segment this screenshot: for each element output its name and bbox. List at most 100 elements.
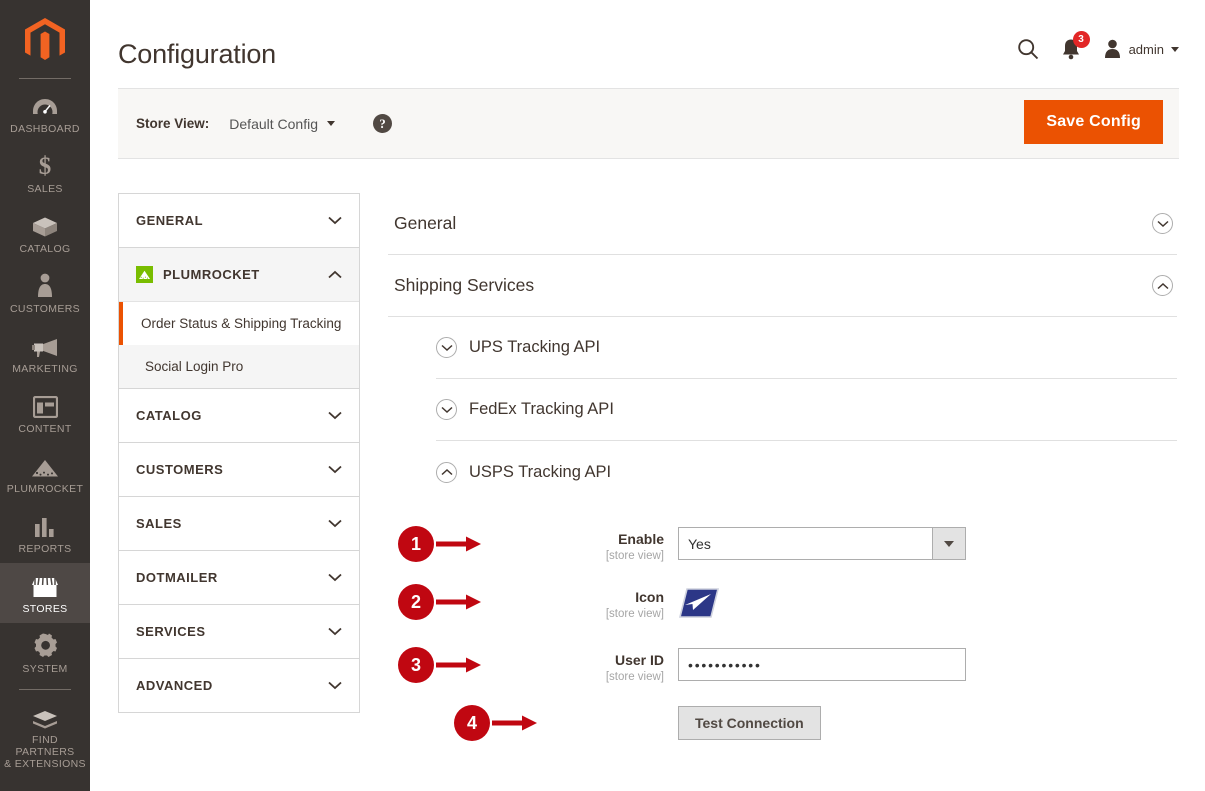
page-body: Configuration 3 admin Store View: Defaul…: [90, 0, 1205, 791]
subsection-fedex-tracking-api[interactable]: FedEx Tracking API: [436, 379, 1177, 441]
field-label-icon: Icon [store view]: [548, 585, 678, 621]
dollar-icon: $: [36, 152, 54, 178]
sidebar-item-label: DASHBOARD: [10, 123, 80, 135]
config-nav-label: DOTMAILER: [136, 570, 218, 585]
sidebar-item-catalog[interactable]: CATALOG: [0, 203, 90, 263]
subsection-list: UPS Tracking API FedEx Tracking API USPS…: [388, 317, 1177, 503]
sidebar-item-stores[interactable]: STORES: [0, 563, 90, 623]
marker-3: 3: [388, 647, 548, 683]
config-nav-label: ADVANCED: [136, 678, 213, 693]
subsection-usps-tracking-api[interactable]: USPS Tracking API: [436, 441, 1177, 503]
config-nav-item-order-status-shipping-tracking[interactable]: Order Status & Shipping Tracking: [119, 302, 359, 345]
magento-logo-icon[interactable]: [0, 10, 90, 72]
section-shipping-services[interactable]: Shipping Services: [388, 255, 1177, 317]
marker-1: 1: [388, 526, 548, 562]
notification-count-badge: 3: [1072, 31, 1090, 48]
config-nav-head-catalog[interactable]: CATALOG: [119, 389, 359, 442]
person-icon: [35, 272, 55, 298]
layout-icon: [32, 392, 58, 418]
sidebar-item-customers[interactable]: CUSTOMERS: [0, 263, 90, 323]
config-nav-section-services: SERVICES: [118, 604, 360, 658]
svg-text:$: $: [39, 153, 52, 178]
sidebar-item-find-partners[interactable]: FIND PARTNERS & EXTENSIONS: [0, 694, 90, 778]
config-nav-head-general[interactable]: GENERAL: [119, 194, 359, 247]
chevron-up-icon[interactable]: [1152, 275, 1173, 296]
config-nav-section-dotmailer: DOTMAILER: [118, 550, 360, 604]
test-connection-button[interactable]: Test Connection: [678, 706, 821, 740]
megaphone-icon: [31, 332, 59, 358]
sidebar-item-sales[interactable]: $ SALES: [0, 143, 90, 203]
config-nav-label: PLUMROCKET: [163, 267, 260, 282]
config-nav-head-dotmailer[interactable]: DOTMAILER: [119, 551, 359, 604]
marker-number: 2: [398, 584, 434, 620]
chevron-down-icon: [328, 410, 342, 422]
sidebar-item-label: MARKETING: [12, 363, 78, 375]
field-control-test-connection: Test Connection: [678, 706, 1177, 740]
section-title: Shipping Services: [394, 275, 535, 295]
arrow-right-icon: [436, 534, 482, 554]
sidebar-item-label: SYSTEM: [22, 663, 68, 675]
marker-number: 1: [398, 526, 434, 562]
config-panel: General Shipping Services UPS Tracking A…: [388, 193, 1179, 791]
field-scope: [store view]: [605, 671, 664, 683]
config-nav-section-customers: CUSTOMERS: [118, 442, 360, 496]
field-label-test-connection: [548, 706, 678, 710]
help-icon[interactable]: ?: [373, 114, 392, 133]
sidebar-item-content[interactable]: CONTENT: [0, 383, 90, 443]
sidebar-item-marketing[interactable]: MARKETING: [0, 323, 90, 383]
config-nav-section-general: GENERAL: [118, 193, 360, 247]
config-nav-section-advanced: ADVANCED: [118, 658, 360, 713]
chevron-down-icon[interactable]: [436, 399, 457, 420]
chevron-down-icon: [328, 215, 342, 227]
sidebar-item-system[interactable]: SYSTEM: [0, 623, 90, 683]
enable-select[interactable]: Yes: [678, 527, 966, 560]
config-nav-head-advanced[interactable]: ADVANCED: [119, 659, 359, 712]
config-nav-children-plumrocket: Order Status & Shipping Tracking Social …: [119, 301, 359, 388]
config-nav-label: CUSTOMERS: [136, 462, 224, 477]
config-nav-section-sales: SALES: [118, 496, 360, 550]
config-nav-label: SERVICES: [136, 624, 206, 639]
save-config-button[interactable]: Save Config: [1024, 100, 1163, 144]
store-switcher-wrap: Store View: Default Config ? Save Config: [90, 88, 1205, 159]
section-title: General: [394, 213, 457, 233]
config-nav-head-customers[interactable]: CUSTOMERS: [119, 443, 359, 496]
sidebar-divider-top: [19, 78, 71, 79]
config-nav: GENERAL PLUMROCKET Order Status & Shippi…: [118, 193, 360, 791]
extensions-icon: [31, 703, 59, 729]
plumrocket-icon: [30, 452, 60, 478]
field-label-user-id: User ID [store view]: [548, 648, 678, 684]
plumrocket-badge-icon: [136, 266, 153, 283]
store-icon: [31, 572, 59, 598]
page-header: Configuration 3 admin: [90, 0, 1205, 88]
config-nav-head-plumrocket[interactable]: PLUMROCKET: [119, 248, 359, 301]
usps-logo-icon: [678, 588, 720, 625]
store-view-select[interactable]: Default Config: [229, 116, 335, 132]
field-control-enable: Yes: [678, 527, 1177, 560]
field-scope: [store view]: [605, 550, 664, 562]
config-nav-item-social-login-pro[interactable]: Social Login Pro: [119, 345, 359, 388]
store-view-value: Default Config: [229, 115, 318, 132]
chevron-down-icon[interactable]: [1152, 213, 1173, 234]
field-label-enable: Enable [store view]: [548, 527, 678, 563]
sidebar-item-plumrocket[interactable]: PLUMROCKET: [0, 443, 90, 503]
chevron-down-icon[interactable]: [436, 337, 457, 358]
subsection-ups-tracking-api[interactable]: UPS Tracking API: [436, 317, 1177, 379]
marker-2: 2: [388, 584, 548, 620]
search-icon[interactable]: [1017, 38, 1039, 60]
chevron-up-icon[interactable]: [436, 461, 457, 483]
field-scope: [store view]: [605, 608, 664, 620]
section-general[interactable]: General: [388, 193, 1177, 255]
notifications-bell-icon[interactable]: 3: [1061, 31, 1090, 60]
chevron-down-icon[interactable]: [932, 528, 965, 559]
sidebar-item-dashboard[interactable]: DASHBOARD: [0, 83, 90, 143]
user-id-input[interactable]: •••••••••••: [678, 648, 966, 681]
field-row-user-id: 3 User ID [store view] •••••••••••: [388, 647, 1177, 684]
config-nav-head-sales[interactable]: SALES: [119, 497, 359, 550]
sidebar-item-reports[interactable]: REPORTS: [0, 503, 90, 563]
field-row-test-connection: 4 Test Connection: [388, 705, 1177, 741]
chevron-down-icon: [328, 572, 342, 584]
config-nav-head-services[interactable]: SERVICES: [119, 605, 359, 658]
subsection-title: UPS Tracking API: [469, 338, 601, 356]
admin-menu[interactable]: admin: [1103, 39, 1179, 59]
field-label: Enable: [618, 531, 664, 547]
